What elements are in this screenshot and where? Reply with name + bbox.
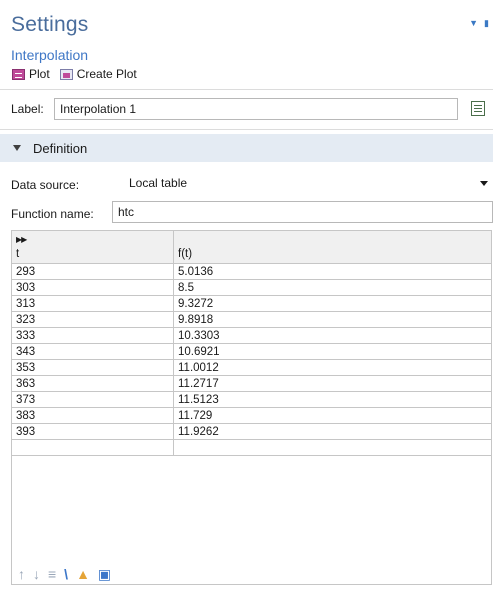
settings-title: Settings: [11, 13, 89, 36]
data-source-value: Local table: [129, 176, 188, 190]
table-toolbar: ↑ ↓ ≡ \ ▲ ▣: [18, 566, 111, 582]
header-icons: ▼ ▮: [469, 18, 489, 28]
toolbar-divider: [0, 89, 493, 90]
cell-ft[interactable]: 11.9262: [173, 423, 492, 440]
cell-t[interactable]: 353: [11, 359, 174, 376]
column-header-t[interactable]: ▶▶ t: [11, 230, 174, 264]
cell-ft[interactable]: 5.0136: [173, 263, 492, 280]
move-down-icon[interactable]: ↓: [33, 566, 40, 582]
data-grid: ▶▶ t f(t) 293 5.0136 303 8.5 313 9.3272 323…: [11, 230, 492, 456]
collapse-arrow-icon[interactable]: ▼: [469, 18, 478, 28]
cell-t[interactable]: 293: [11, 263, 174, 280]
cell-t[interactable]: 373: [11, 391, 174, 408]
table-row[interactable]: 353 11.0012: [11, 359, 492, 376]
node-type-subtitle: Interpolation: [11, 47, 89, 63]
label-divider: [0, 129, 493, 130]
edit-label-button[interactable]: [469, 99, 487, 119]
label-field-caption: Label:: [11, 102, 44, 116]
function-name-input[interactable]: [112, 201, 493, 223]
table-row-empty[interactable]: [11, 439, 492, 456]
cell-t[interactable]: 303: [11, 279, 174, 296]
cell-ft[interactable]: 8.5: [173, 279, 492, 296]
delete-rows-icon[interactable]: ≡: [48, 566, 56, 582]
table-row[interactable]: 333 10.3303: [11, 327, 492, 344]
section-title: Definition: [33, 140, 88, 156]
cell-ft[interactable]: 10.6921: [173, 343, 492, 360]
create-plot-button[interactable]: Create Plot: [59, 67, 137, 81]
chevron-down-icon: [480, 181, 488, 186]
column-header-ft[interactable]: f(t): [173, 230, 492, 264]
expand-triangle-icon: [13, 145, 21, 151]
create-plot-button-label: Create Plot: [76, 67, 137, 81]
data-source-select[interactable]: Local table: [116, 172, 493, 194]
cell-ft[interactable]: 11.2717: [173, 375, 492, 392]
cell-t[interactable]: 363: [11, 375, 174, 392]
label-input[interactable]: [54, 98, 458, 120]
table-header-row: ▶▶ t f(t): [11, 230, 492, 264]
table-row[interactable]: 343 10.6921: [11, 343, 492, 360]
data-source-label: Data source:: [11, 178, 80, 192]
label-row: Label:: [11, 102, 44, 116]
cell-ft[interactable]: 11.5123: [173, 391, 492, 408]
load-from-file-icon[interactable]: ▲: [76, 566, 90, 582]
table-row[interactable]: 323 9.8918: [11, 311, 492, 328]
cell-t[interactable]: 323: [11, 311, 174, 328]
clear-table-icon[interactable]: \: [64, 566, 68, 582]
cell-t[interactable]: 393: [11, 423, 174, 440]
cell-t[interactable]: 313: [11, 295, 174, 312]
pin-icon[interactable]: ▮: [484, 18, 489, 28]
column-header-ft-label: f(t): [178, 248, 193, 260]
plot-icon: [12, 68, 25, 80]
table-row[interactable]: 383 11.729: [11, 407, 492, 424]
plot-button[interactable]: Plot: [12, 67, 50, 81]
create-plot-icon: [59, 68, 73, 80]
cell-ft[interactable]: 11.729: [173, 407, 492, 424]
table-row[interactable]: 303 8.5: [11, 279, 492, 296]
cell-t[interactable]: [11, 439, 174, 456]
interpolation-table[interactable]: ▶▶ t f(t) 293 5.0136 303 8.5 313 9.3272 323…: [11, 230, 492, 585]
cell-t[interactable]: 383: [11, 407, 174, 424]
cell-t[interactable]: 343: [11, 343, 174, 360]
table-row[interactable]: 293 5.0136: [11, 263, 492, 280]
cell-ft[interactable]: 10.3303: [173, 327, 492, 344]
cell-ft[interactable]: 9.8918: [173, 311, 492, 328]
table-row[interactable]: 393 11.9262: [11, 423, 492, 440]
table-row[interactable]: 313 9.3272: [11, 295, 492, 312]
settings-toolbar: Plot Create Plot: [12, 67, 143, 81]
cell-ft[interactable]: 9.3272: [173, 295, 492, 312]
column-header-t-label: t: [16, 248, 20, 260]
save-to-file-icon[interactable]: ▣: [98, 566, 111, 582]
cell-ft[interactable]: [173, 439, 492, 456]
table-row[interactable]: 363 11.2717: [11, 375, 492, 392]
plot-button-label: Plot: [29, 67, 50, 81]
move-up-icon[interactable]: ↑: [18, 566, 25, 582]
cell-t[interactable]: 333: [11, 327, 174, 344]
table-row[interactable]: 373 11.5123: [11, 391, 492, 408]
document-icon: [471, 101, 485, 116]
cell-ft[interactable]: 11.0012: [173, 359, 492, 376]
select-all-icon[interactable]: ▶▶: [16, 233, 27, 247]
function-name-label: Function name:: [11, 207, 94, 221]
definition-section-header[interactable]: Definition: [0, 134, 493, 162]
